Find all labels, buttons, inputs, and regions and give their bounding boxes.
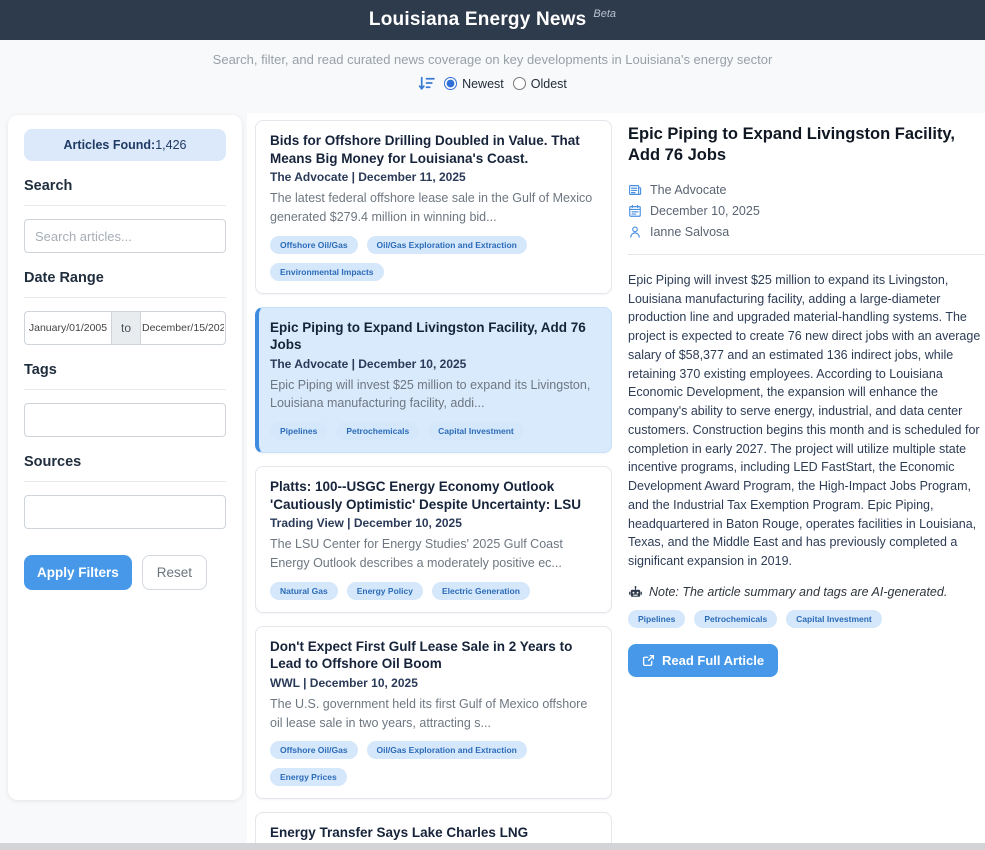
article-tag[interactable]: Petrochemicals [694,610,777,628]
article-title: Epic Piping to Expand Livingston Facilit… [270,319,597,354]
article-tag[interactable]: Pipelines [270,422,327,440]
sort-newest-label: Newest [462,77,504,91]
article-meta: The Advocate | December 11, 2025 [270,170,597,184]
detail-source: The Advocate [650,183,726,197]
detail-body: Epic Piping will invest $25 million to e… [628,271,985,571]
app-subtitle: Search, filter, and read curated news co… [0,52,985,67]
sort-descending-icon [418,75,435,92]
sort-newest-radio-input[interactable] [444,77,457,90]
section-divider [24,481,226,482]
date-range-heading: Date Range [24,270,226,286]
article-tag[interactable]: Electric Generation [432,582,530,600]
article-tag[interactable]: Petrochemicals [336,422,419,440]
article-tags: Pipelines Petrochemicals Capital Investm… [270,422,597,440]
date-from-input[interactable] [24,311,112,345]
articles-found-badge: Articles Found:1,426 [24,129,226,161]
sort-newest-radio[interactable]: Newest [444,77,504,91]
articles-found-label: Articles Found: [64,138,156,152]
sort-oldest-radio[interactable]: Oldest [513,77,567,91]
article-tag[interactable]: Energy Prices [270,768,347,786]
article-title: Bids for Offshore Drilling Doubled in Va… [270,132,597,167]
horizontal-scrollbar[interactable] [0,843,985,850]
detail-source-row: The Advocate [628,183,985,197]
external-link-icon [642,654,655,667]
article-tag[interactable]: Natural Gas [270,582,338,600]
beta-badge: Beta [593,8,616,20]
sources-heading: Sources [24,454,226,470]
person-icon [628,225,642,239]
detail-author: Ianne Salvosa [650,225,729,239]
article-card[interactable]: Bids for Offshore Drilling Doubled in Va… [255,120,612,294]
article-title: Energy Transfer Says Lake Charles LNG In… [270,824,597,843]
article-tag[interactable]: Oil/Gas Exploration and Extraction [367,741,527,759]
ai-note-text: Note: The article summary and tags are A… [649,585,947,599]
detail-date-row: December 10, 2025 [628,204,985,218]
filter-buttons-row: Apply Filters Reset [24,555,226,590]
article-tags: Natural Gas Energy Policy Electric Gener… [270,582,597,600]
article-meta: Trading View | December 10, 2025 [270,516,597,530]
article-card[interactable]: Platts: 100--USGC Energy Economy Outlook… [255,466,612,613]
article-tag[interactable]: Offshore Oil/Gas [270,741,358,759]
section-divider [24,297,226,298]
detail-divider [628,254,985,255]
article-tags: Offshore Oil/Gas Oil/Gas Exploration and… [270,741,597,786]
article-meta: WWL | December 10, 2025 [270,676,597,690]
read-full-article-label: Read Full Article [662,653,764,668]
tags-heading: Tags [24,362,226,378]
article-tag[interactable]: Environmental Impacts [270,263,384,281]
article-card[interactable]: Energy Transfer Says Lake Charles LNG In… [255,812,612,843]
article-tag[interactable]: Energy Policy [347,582,423,600]
article-summary: The latest federal offshore lease sale i… [270,189,597,227]
article-tag[interactable]: Capital Investment [786,610,882,628]
reset-button[interactable]: Reset [142,555,207,590]
sort-controls: Newest Oldest [0,75,985,92]
sources-input[interactable] [24,495,226,529]
newspaper-icon [628,183,642,197]
date-to-separator: to [112,311,140,345]
article-card[interactable]: Don't Expect First Gulf Lease Sale in 2 … [255,626,612,800]
section-divider [24,389,226,390]
article-tag[interactable]: Offshore Oil/Gas [270,236,358,254]
sort-oldest-label: Oldest [531,77,567,91]
header-bar: Louisiana Energy News Beta [0,0,985,40]
date-range-group: to [24,311,226,345]
detail-date: December 10, 2025 [650,204,760,218]
date-to-input[interactable] [140,311,226,345]
app-window: Louisiana Energy News Beta Search, filte… [0,0,985,850]
article-detail-panel: Epic Piping to Expand Livingston Facilit… [628,118,985,843]
apply-filters-button[interactable]: Apply Filters [24,555,132,590]
article-summary: The U.S. government held its first Gulf … [270,695,597,733]
search-heading: Search [24,178,226,194]
article-tag[interactable]: Capital Investment [428,422,524,440]
detail-title: Epic Piping to Expand Livingston Facilit… [628,124,985,167]
article-title: Platts: 100--USGC Energy Economy Outlook… [270,478,597,513]
search-input[interactable] [24,219,226,253]
app-title: Louisiana Energy News [369,9,587,31]
article-list: Bids for Offshore Drilling Doubled in Va… [255,120,612,843]
article-title: Don't Expect First Gulf Lease Sale in 2 … [270,638,597,673]
article-tag[interactable]: Oil/Gas Exploration and Extraction [367,236,527,254]
article-tag[interactable]: Pipelines [628,610,685,628]
read-full-article-button[interactable]: Read Full Article [628,644,778,677]
articles-found-value: 1,426 [155,138,186,152]
robot-icon [628,585,643,600]
article-summary: The LSU Center for Energy Studies' 2025 … [270,535,597,573]
filters-sidebar: Articles Found:1,426 Search Date Range t… [8,115,242,800]
article-tags: Offshore Oil/Gas Oil/Gas Exploration and… [270,236,597,281]
section-divider [24,205,226,206]
detail-tags: Pipelines Petrochemicals Capital Investm… [628,610,985,628]
calendar-icon [628,204,642,218]
article-meta: The Advocate | December 10, 2025 [270,357,597,371]
tags-input[interactable] [24,403,226,437]
article-summary: Epic Piping will invest $25 million to e… [270,376,597,414]
detail-author-row: Ianne Salvosa [628,225,985,239]
article-card-selected[interactable]: Epic Piping to Expand Livingston Facilit… [255,307,612,454]
ai-note: Note: The article summary and tags are A… [628,585,985,600]
sort-oldest-radio-input[interactable] [513,77,526,90]
